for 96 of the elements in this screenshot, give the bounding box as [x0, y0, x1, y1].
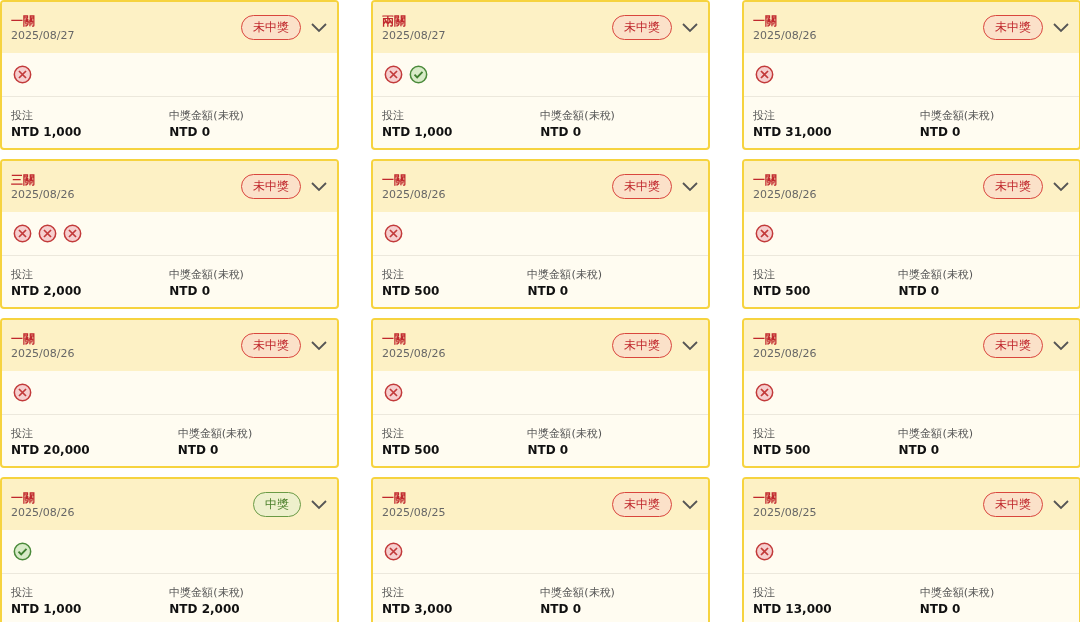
stake-label: 投注 [382, 426, 405, 442]
bet-date: 2025/08/26 [11, 505, 76, 520]
prize-label: 中獎金額(未稅) [169, 267, 244, 283]
prize-amount: NTD 2,000 [169, 601, 241, 618]
prize-label: 中獎金額(未稅) [177, 426, 253, 442]
prize-label: 中獎金額(未稅) [169, 108, 244, 124]
prize-label: 中獎金額(未稅) [919, 108, 995, 124]
stake-amount: NTD 1,000 [11, 124, 82, 141]
chevron-down-icon[interactable] [311, 181, 327, 192]
bet-date: 2025/08/26 [753, 187, 818, 202]
stake-label: 投注 [753, 426, 776, 442]
prize-amount: NTD 0 [527, 283, 570, 300]
status-badge: 未中獎 [983, 15, 1043, 40]
prize-label: 中獎金額(未稅) [919, 585, 995, 601]
bet-type-title: 一關 [753, 489, 778, 506]
bet-type-title: 一關 [11, 330, 36, 347]
stake-amount: NTD 3,000 [382, 601, 453, 618]
chevron-down-icon[interactable] [1053, 22, 1069, 33]
prize-label: 中獎金額(未稅) [898, 426, 973, 442]
prize-amount: NTD 0 [177, 442, 220, 459]
stake-label: 投注 [11, 108, 34, 124]
stake-label: 投注 [11, 267, 34, 283]
prize-amount: NTD 0 [540, 601, 583, 618]
status-badge: 未中獎 [612, 174, 672, 199]
prize-label: 中獎金額(未稅) [540, 108, 615, 124]
stake-amount: NTD 2,000 [11, 283, 82, 300]
bet-type-title: 一關 [382, 489, 407, 506]
prize-amount: NTD 0 [169, 124, 212, 141]
chevron-down-icon[interactable] [682, 499, 698, 510]
stake-amount: NTD 500 [382, 283, 440, 300]
chevron-down-icon[interactable] [1053, 340, 1069, 351]
bet-date: 2025/08/26 [753, 28, 818, 43]
stake-label: 投注 [11, 585, 34, 601]
bet-type-title: 一關 [382, 330, 407, 347]
stake-label: 投注 [753, 585, 776, 601]
bet-type-title: 一關 [753, 171, 778, 188]
bet-type-title: 一關 [382, 171, 407, 188]
stake-amount: NTD 500 [382, 442, 440, 459]
stake-label: 投注 [382, 108, 405, 124]
stake-amount: NTD 500 [753, 283, 811, 300]
bet-date: 2025/08/25 [382, 505, 447, 520]
status-badge: 未中獎 [241, 15, 301, 40]
bet-type-title: 一關 [11, 12, 36, 29]
bet-type-title: 三關 [11, 171, 36, 188]
bet-date: 2025/08/26 [11, 187, 76, 202]
prize-amount: NTD 0 [898, 283, 941, 300]
chevron-down-icon[interactable] [1053, 499, 1069, 510]
prize-label: 中獎金額(未稅) [540, 585, 615, 601]
prize-amount: NTD 0 [898, 442, 941, 459]
chevron-down-icon[interactable] [682, 340, 698, 351]
status-badge: 未中獎 [612, 15, 672, 40]
chevron-down-icon[interactable] [1053, 181, 1069, 192]
stake-amount: NTD 31,000 [753, 124, 832, 141]
status-badge: 未中獎 [241, 333, 301, 358]
stake-amount: NTD 500 [753, 442, 811, 459]
bet-type-title: 兩關 [382, 12, 407, 29]
bet-date: 2025/08/27 [382, 28, 447, 43]
bet-date: 2025/08/25 [753, 505, 818, 520]
chevron-down-icon[interactable] [682, 22, 698, 33]
status-badge: 中獎 [253, 492, 301, 517]
prize-amount: NTD 0 [169, 283, 212, 300]
status-badge: 未中獎 [612, 492, 672, 517]
stake-label: 投注 [753, 108, 776, 124]
stake-amount: NTD 20,000 [11, 442, 90, 459]
stake-amount: NTD 1,000 [382, 124, 453, 141]
chevron-down-icon[interactable] [311, 22, 327, 33]
status-badge: 未中獎 [983, 174, 1043, 199]
bet-date: 2025/08/26 [11, 346, 76, 361]
status-badge: 未中獎 [983, 492, 1043, 517]
bet-date: 2025/08/26 [753, 346, 818, 361]
bet-type-title: 一關 [753, 330, 778, 347]
bet-date: 2025/08/27 [11, 28, 76, 43]
stake-label: 投注 [753, 267, 776, 283]
prize-label: 中獎金額(未稅) [527, 426, 602, 442]
stake-amount: NTD 1,000 [11, 601, 82, 618]
stake-amount: NTD 13,000 [753, 601, 832, 618]
stake-label: 投注 [11, 426, 34, 442]
bet-type-title: 一關 [11, 489, 36, 506]
prize-amount: NTD 0 [919, 124, 962, 141]
prize-label: 中獎金額(未稅) [169, 585, 244, 601]
status-badge: 未中獎 [241, 174, 301, 199]
stake-label: 投注 [382, 585, 405, 601]
chevron-down-icon[interactable] [682, 181, 698, 192]
prize-amount: NTD 0 [919, 601, 962, 618]
stake-label: 投注 [382, 267, 405, 283]
prize-label: 中獎金額(未稅) [527, 267, 602, 283]
status-badge: 未中獎 [612, 333, 672, 358]
chevron-down-icon[interactable] [311, 499, 327, 510]
chevron-down-icon[interactable] [311, 340, 327, 351]
prize-amount: NTD 0 [540, 124, 583, 141]
prize-amount: NTD 0 [527, 442, 570, 459]
status-badge: 未中獎 [983, 333, 1043, 358]
prize-label: 中獎金額(未稅) [898, 267, 973, 283]
bet-type-title: 一關 [753, 12, 778, 29]
bet-date: 2025/08/26 [382, 187, 447, 202]
bet-date: 2025/08/26 [382, 346, 447, 361]
